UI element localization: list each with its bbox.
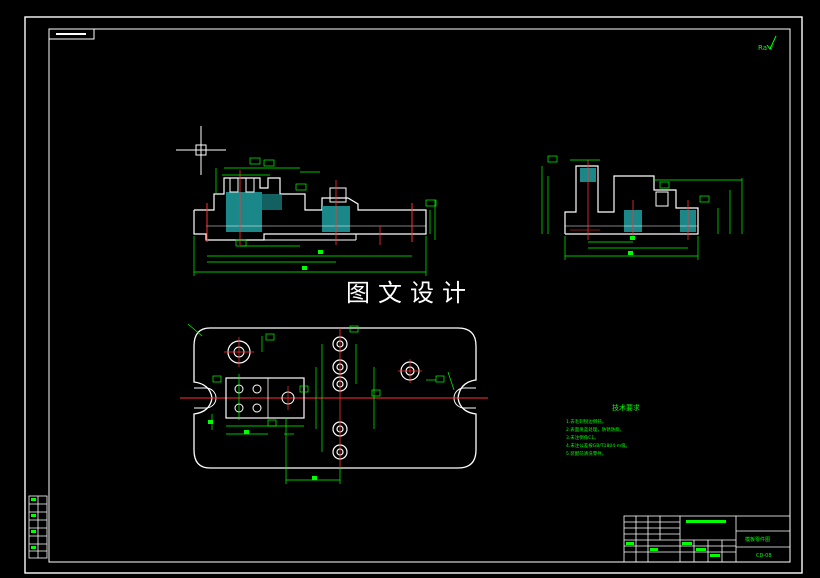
technical-requirements: 技术要求 1.去毛刺锐边倒钝。 2.表面发蓝处理，防锈防腐。 3.未注倒角C1。… (566, 403, 640, 457)
tech-line: 3.未注倒角C1。 (566, 434, 599, 441)
drawing-number-box (48, 28, 95, 40)
watermark-text: 图文设计 (0, 273, 820, 308)
section-hatch (262, 194, 282, 210)
tech-line: 1.去毛刺锐边倒钝。 (566, 418, 606, 425)
drawing-code: CD-08 (756, 553, 772, 559)
tech-line: 5.装配前清洗零件。 (566, 450, 606, 457)
tech-line: 2.表面发蓝处理，防锈防腐。 (566, 426, 624, 433)
side-view (541, 155, 743, 260)
roughness-symbol: Ra √ (758, 35, 777, 52)
drawing-name: 模板零件图 (745, 536, 770, 543)
tech-line: 4.未注公差按GB/T1804-m级。 (566, 442, 630, 449)
tech-title: 技术要求 (612, 403, 640, 412)
crosshair-cursor-icon (176, 126, 226, 175)
front-view (193, 157, 437, 276)
plan-view (180, 323, 488, 484)
